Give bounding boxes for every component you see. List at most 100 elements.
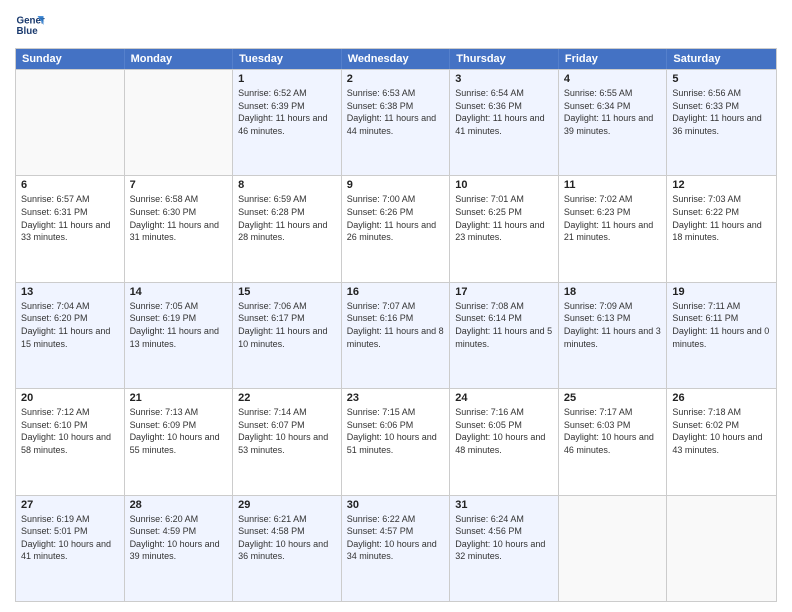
- day-number: 11: [564, 179, 662, 191]
- day-number: 2: [347, 73, 445, 85]
- calendar-row: 20 Sunrise: 7:12 AM Sunset: 6:10 PM Dayli…: [16, 388, 776, 494]
- day-number: 6: [21, 179, 119, 191]
- cell-content: Sunrise: 7:00 AM Sunset: 6:26 PM Dayligh…: [347, 193, 445, 243]
- cell-content: Sunrise: 7:14 AM Sunset: 6:07 PM Dayligh…: [238, 406, 336, 456]
- cell-content: Sunrise: 7:07 AM Sunset: 6:16 PM Dayligh…: [347, 300, 445, 350]
- weekday-header: Thursday: [450, 49, 559, 69]
- calendar-cell: 24 Sunrise: 7:16 AM Sunset: 6:05 PM Dayli…: [450, 389, 559, 494]
- calendar-cell: 4 Sunrise: 6:55 AM Sunset: 6:34 PM Daylig…: [559, 70, 668, 175]
- calendar-cell: 3 Sunrise: 6:54 AM Sunset: 6:36 PM Daylig…: [450, 70, 559, 175]
- calendar-cell: [125, 70, 234, 175]
- cell-content: Sunrise: 6:53 AM Sunset: 6:38 PM Dayligh…: [347, 87, 445, 137]
- day-number: 24: [455, 392, 553, 404]
- cell-content: Sunrise: 6:22 AM Sunset: 4:57 PM Dayligh…: [347, 513, 445, 563]
- calendar-cell: [559, 496, 668, 601]
- calendar-cell: 31 Sunrise: 6:24 AM Sunset: 4:56 PM Dayli…: [450, 496, 559, 601]
- day-number: 19: [672, 286, 771, 298]
- cell-content: Sunrise: 6:52 AM Sunset: 6:39 PM Dayligh…: [238, 87, 336, 137]
- header: General Blue: [15, 10, 777, 40]
- logo: General Blue: [15, 10, 45, 40]
- calendar-row: 27 Sunrise: 6:19 AM Sunset: 5:01 PM Dayli…: [16, 495, 776, 601]
- weekday-header: Sunday: [16, 49, 125, 69]
- calendar-cell: 28 Sunrise: 6:20 AM Sunset: 4:59 PM Dayli…: [125, 496, 234, 601]
- weekday-header: Friday: [559, 49, 668, 69]
- calendar-cell: 6Sunrise: 6:57 AM Sunset: 6:31 PM Daylig…: [16, 176, 125, 281]
- day-number: 12: [672, 179, 771, 191]
- day-number: 20: [21, 392, 119, 404]
- cell-content: Sunrise: 6:21 AM Sunset: 4:58 PM Dayligh…: [238, 513, 336, 563]
- day-number: 1: [238, 73, 336, 85]
- cell-content: Sunrise: 7:01 AM Sunset: 6:25 PM Dayligh…: [455, 193, 553, 243]
- cell-content: Sunrise: 7:02 AM Sunset: 6:23 PM Dayligh…: [564, 193, 662, 243]
- cell-content: Sunrise: 7:04 AM Sunset: 6:20 PM Dayligh…: [21, 300, 119, 350]
- calendar-cell: 17 Sunrise: 7:08 AM Sunset: 6:14 PM Dayli…: [450, 283, 559, 388]
- calendar-cell: 7Sunrise: 6:58 AM Sunset: 6:30 PM Daylig…: [125, 176, 234, 281]
- cell-content: Sunrise: 7:08 AM Sunset: 6:14 PM Dayligh…: [455, 300, 553, 350]
- cell-content: Sunrise: 7:03 AM Sunset: 6:22 PM Dayligh…: [672, 193, 771, 243]
- calendar-cell: [667, 496, 776, 601]
- day-number: 18: [564, 286, 662, 298]
- day-number: 31: [455, 499, 553, 511]
- day-number: 29: [238, 499, 336, 511]
- calendar-cell: 1 Sunrise: 6:52 AM Sunset: 6:39 PM Daylig…: [233, 70, 342, 175]
- cell-content: Sunrise: 6:56 AM Sunset: 6:33 PM Dayligh…: [672, 87, 771, 137]
- day-number: 26: [672, 392, 771, 404]
- calendar-cell: 18 Sunrise: 7:09 AM Sunset: 6:13 PM Dayli…: [559, 283, 668, 388]
- cell-content: Sunrise: 7:06 AM Sunset: 6:17 PM Dayligh…: [238, 300, 336, 350]
- day-number: 30: [347, 499, 445, 511]
- cell-content: Sunrise: 6:24 AM Sunset: 4:56 PM Dayligh…: [455, 513, 553, 563]
- calendar-cell: 27 Sunrise: 6:19 AM Sunset: 5:01 PM Dayli…: [16, 496, 125, 601]
- calendar-cell: 11 Sunrise: 7:02 AM Sunset: 6:23 PM Dayli…: [559, 176, 668, 281]
- day-number: 25: [564, 392, 662, 404]
- calendar-cell: 22 Sunrise: 7:14 AM Sunset: 6:07 PM Dayli…: [233, 389, 342, 494]
- calendar-cell: 9 Sunrise: 7:00 AM Sunset: 6:26 PM Daylig…: [342, 176, 451, 281]
- day-number: 17: [455, 286, 553, 298]
- cell-content: Sunrise: 7:16 AM Sunset: 6:05 PM Dayligh…: [455, 406, 553, 456]
- cell-content: Sunrise: 7:05 AM Sunset: 6:19 PM Dayligh…: [130, 300, 228, 350]
- calendar-cell: [16, 70, 125, 175]
- calendar-row: 1 Sunrise: 6:52 AM Sunset: 6:39 PM Daylig…: [16, 69, 776, 175]
- calendar-cell: 23 Sunrise: 7:15 AM Sunset: 6:06 PM Dayli…: [342, 389, 451, 494]
- day-number: 4: [564, 73, 662, 85]
- calendar-header: SundayMondayTuesdayWednesdayThursdayFrid…: [16, 49, 776, 69]
- day-number: 22: [238, 392, 336, 404]
- cell-content: Sunrise: 7:11 AM Sunset: 6:11 PM Dayligh…: [672, 300, 771, 350]
- cell-content: Sunrise: 7:12 AM Sunset: 6:10 PM Dayligh…: [21, 406, 119, 456]
- calendar-cell: 13 Sunrise: 7:04 AM Sunset: 6:20 PM Dayli…: [16, 283, 125, 388]
- calendar-cell: 14 Sunrise: 7:05 AM Sunset: 6:19 PM Dayli…: [125, 283, 234, 388]
- weekday-header: Saturday: [667, 49, 776, 69]
- day-number: 21: [130, 392, 228, 404]
- day-number: 13: [21, 286, 119, 298]
- cell-content: Sunrise: 7:15 AM Sunset: 6:06 PM Dayligh…: [347, 406, 445, 456]
- cell-content: Sunrise: 6:55 AM Sunset: 6:34 PM Dayligh…: [564, 87, 662, 137]
- day-number: 9: [347, 179, 445, 191]
- weekday-header: Tuesday: [233, 49, 342, 69]
- calendar-cell: 10 Sunrise: 7:01 AM Sunset: 6:25 PM Dayli…: [450, 176, 559, 281]
- logo-icon: General Blue: [15, 10, 45, 40]
- calendar-cell: 5Sunrise: 6:56 AM Sunset: 6:33 PM Daylig…: [667, 70, 776, 175]
- cell-content: Sunrise: 6:19 AM Sunset: 5:01 PM Dayligh…: [21, 513, 119, 563]
- day-number: 3: [455, 73, 553, 85]
- day-number: 27: [21, 499, 119, 511]
- calendar-cell: 19 Sunrise: 7:11 AM Sunset: 6:11 PM Dayli…: [667, 283, 776, 388]
- svg-text:Blue: Blue: [17, 26, 39, 37]
- day-number: 28: [130, 499, 228, 511]
- calendar-body: 1 Sunrise: 6:52 AM Sunset: 6:39 PM Daylig…: [16, 69, 776, 601]
- day-number: 23: [347, 392, 445, 404]
- cell-content: Sunrise: 6:54 AM Sunset: 6:36 PM Dayligh…: [455, 87, 553, 137]
- calendar-row: 13 Sunrise: 7:04 AM Sunset: 6:20 PM Dayli…: [16, 282, 776, 388]
- cell-content: Sunrise: 7:09 AM Sunset: 6:13 PM Dayligh…: [564, 300, 662, 350]
- calendar-cell: 2 Sunrise: 6:53 AM Sunset: 6:38 PM Daylig…: [342, 70, 451, 175]
- weekday-header: Monday: [125, 49, 234, 69]
- calendar-cell: 21Sunrise: 7:13 AM Sunset: 6:09 PM Dayli…: [125, 389, 234, 494]
- day-number: 10: [455, 179, 553, 191]
- day-number: 14: [130, 286, 228, 298]
- calendar-cell: 26 Sunrise: 7:18 AM Sunset: 6:02 PM Dayli…: [667, 389, 776, 494]
- cell-content: Sunrise: 7:18 AM Sunset: 6:02 PM Dayligh…: [672, 406, 771, 456]
- calendar-cell: 29 Sunrise: 6:21 AM Sunset: 4:58 PM Dayli…: [233, 496, 342, 601]
- calendar-cell: 20 Sunrise: 7:12 AM Sunset: 6:10 PM Dayli…: [16, 389, 125, 494]
- cell-content: Sunrise: 7:17 AM Sunset: 6:03 PM Dayligh…: [564, 406, 662, 456]
- calendar-cell: 16Sunrise: 7:07 AM Sunset: 6:16 PM Dayli…: [342, 283, 451, 388]
- day-number: 7: [130, 179, 228, 191]
- cell-content: Sunrise: 6:20 AM Sunset: 4:59 PM Dayligh…: [130, 513, 228, 563]
